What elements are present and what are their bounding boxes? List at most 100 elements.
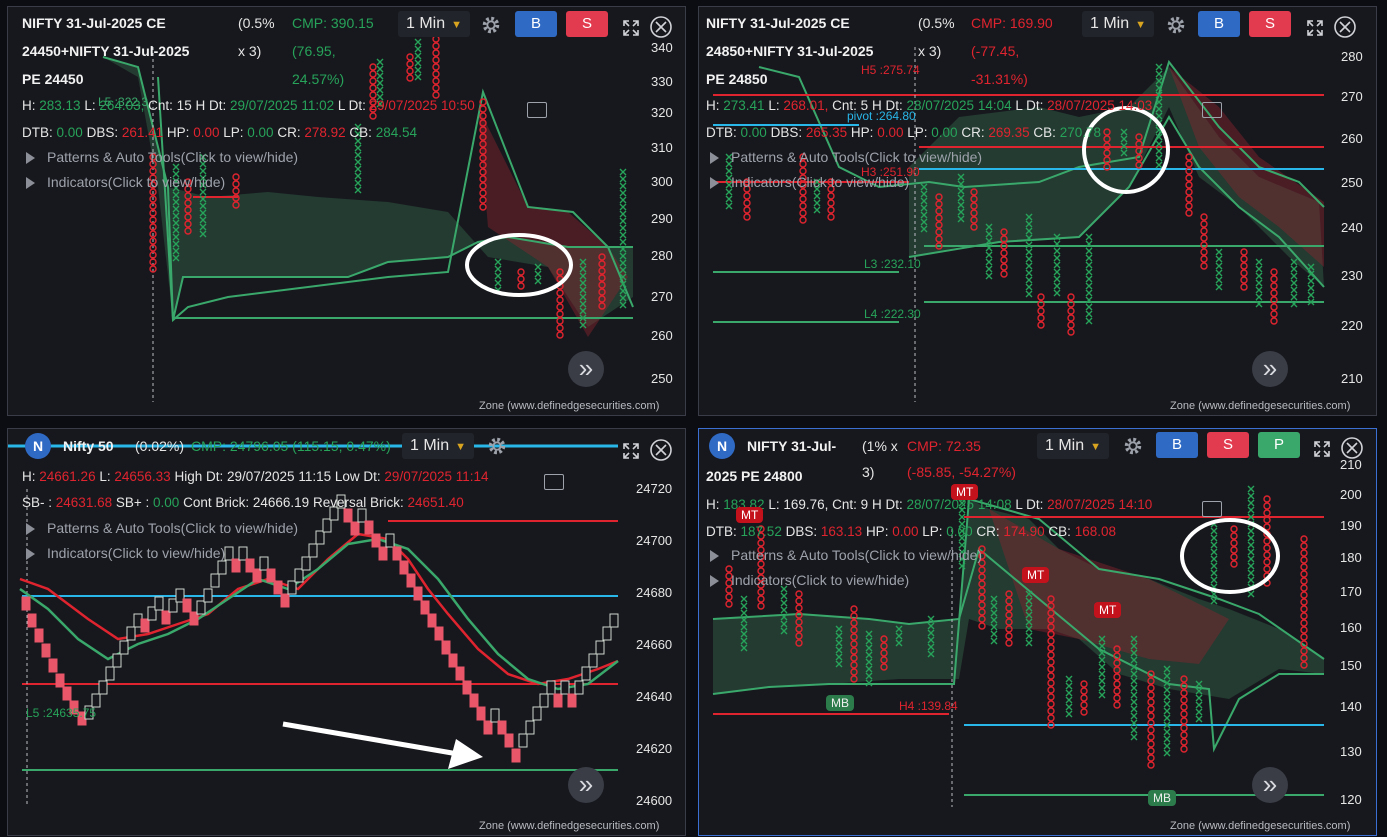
close-icon[interactable] (649, 438, 673, 462)
x-mark (1085, 268, 1093, 276)
o-mark (1047, 693, 1055, 701)
o-mark (795, 604, 803, 612)
x-mark (619, 210, 627, 218)
x-mark (1053, 261, 1061, 269)
y-tick: 260 (1341, 131, 1363, 146)
x-mark (1098, 684, 1106, 692)
renko-brick (413, 586, 423, 601)
renko-brick (385, 533, 395, 548)
o-mark (1080, 680, 1088, 688)
scroll-forward-button[interactable]: » (568, 767, 604, 803)
o-mark (1180, 745, 1188, 753)
chat-icon[interactable] (544, 474, 564, 490)
x-mark (1053, 268, 1061, 276)
o-mark (1270, 317, 1278, 325)
renko-brick (399, 560, 409, 575)
x-mark (1085, 289, 1093, 297)
sell-button[interactable]: S (1249, 11, 1291, 37)
indicators-toggle[interactable]: Indicators(Click to view/hide) (710, 572, 909, 588)
o-mark (1300, 619, 1308, 627)
buy-button[interactable]: B (1156, 432, 1198, 458)
x-mark (1053, 282, 1061, 290)
cmp-label: CMP: 24796.05 (115.15, 0.47%) (191, 438, 391, 454)
o-mark (1240, 269, 1248, 277)
o-mark (406, 60, 414, 68)
o-mark (369, 70, 377, 78)
chart-panel-bottom-right[interactable]: N NIFTY 31-Jul- 2025 PE 24800 (1% x 3) C… (698, 428, 1377, 836)
x-mark (1255, 265, 1263, 273)
x-mark (985, 265, 993, 273)
o-mark (479, 105, 487, 113)
position-button[interactable]: P (1258, 432, 1300, 458)
chat-icon[interactable] (1202, 102, 1222, 118)
cmp-label: CMP: 72.35 (907, 438, 981, 454)
o-mark (1185, 209, 1193, 217)
triangle-right-icon (26, 548, 35, 561)
expand-icon[interactable] (622, 442, 640, 460)
renko-brick (511, 748, 521, 763)
gear-icon[interactable] (486, 435, 508, 457)
expand-icon[interactable] (622, 19, 640, 37)
timeframe-select[interactable]: 1 Min ▼ (398, 11, 471, 37)
x-mark (1085, 233, 1093, 241)
gear-icon[interactable] (480, 14, 502, 36)
patterns-toggle[interactable]: Patterns & Auto Tools(Click to view/hide… (710, 547, 982, 563)
chart-panel-top-right[interactable]: NIFTY 31-Jul-2025 CE 24850+NIFTY 31-Jul-… (698, 6, 1377, 416)
renko-brick (196, 600, 206, 615)
expand-icon[interactable] (1306, 19, 1324, 37)
renko-brick (497, 720, 507, 735)
mt-tag: MT (1022, 567, 1050, 583)
o-mark (1000, 256, 1008, 264)
chart-panel-top-left[interactable]: NIFTY 31-Jul-2025 CE 24450+NIFTY 31-Jul-… (7, 6, 686, 416)
indicators-toggle[interactable]: Indicators(Click to view/hide) (26, 545, 225, 561)
x-mark (494, 265, 502, 273)
patterns-toggle[interactable]: Patterns & Auto Tools(Click to view/hide… (710, 149, 982, 165)
close-icon[interactable] (1333, 15, 1357, 39)
scroll-forward-button[interactable]: » (568, 351, 604, 387)
patterns-toggle[interactable]: Patterns & Auto Tools(Click to view/hide… (26, 520, 298, 536)
renko-brick (588, 653, 598, 668)
change-label: (76.95, (292, 43, 336, 59)
instrument-title: NIFTY 31-Jul-2025 CE (706, 15, 850, 31)
o-mark (1270, 303, 1278, 311)
o-mark (827, 192, 835, 200)
indicators-toggle[interactable]: Indicators(Click to view/hide) (26, 174, 225, 190)
renko-brick (238, 546, 248, 561)
timeframe-select[interactable]: 1 Min ▼ (402, 433, 475, 459)
gear-icon[interactable] (1122, 435, 1144, 457)
watermark: Zone (www.definedgesecurities.com) (479, 400, 660, 412)
x-mark (1255, 258, 1263, 266)
chart-panel-bottom-left[interactable]: N Nifty 50 (0.02%) CMP: 24796.05 (115.15… (7, 428, 686, 836)
timeframe-select[interactable]: 1 Min ▼ (1082, 11, 1155, 37)
y-tick: 290 (651, 211, 673, 226)
sell-button[interactable]: S (1207, 432, 1249, 458)
renko-brick (308, 543, 318, 558)
chat-icon[interactable] (527, 102, 547, 118)
x-mark (1065, 675, 1073, 683)
o-mark (517, 268, 525, 276)
scroll-forward-button[interactable]: » (1252, 767, 1288, 803)
chevron-down-icon: ▼ (1090, 441, 1102, 453)
buy-button[interactable]: B (1198, 11, 1240, 37)
expand-icon[interactable] (1313, 440, 1331, 458)
o-mark (1185, 202, 1193, 210)
o-mark (369, 84, 377, 92)
buy-button[interactable]: B (515, 11, 557, 37)
patterns-toggle[interactable]: Patterns & Auto Tools(Click to view/hide… (26, 149, 298, 165)
instrument-title: NIFTY 31-Jul-2025 CE (22, 15, 166, 31)
change-pct-label: -31.31%) (971, 71, 1028, 87)
renko-brick (161, 610, 171, 625)
x-mark (1290, 286, 1298, 294)
o-mark (1300, 570, 1308, 578)
y-tick: 150 (1340, 658, 1362, 673)
close-icon[interactable] (649, 15, 673, 39)
o-mark (1263, 565, 1271, 573)
scroll-forward-button[interactable]: » (1252, 351, 1288, 387)
sell-button[interactable]: S (566, 11, 608, 37)
timeframe-select[interactable]: 1 Min ▼ (1037, 433, 1110, 459)
x-mark (990, 637, 998, 645)
o-mark (1080, 694, 1088, 702)
chat-icon[interactable] (1202, 501, 1222, 517)
x-mark (1085, 247, 1093, 255)
gear-icon[interactable] (1165, 14, 1187, 36)
